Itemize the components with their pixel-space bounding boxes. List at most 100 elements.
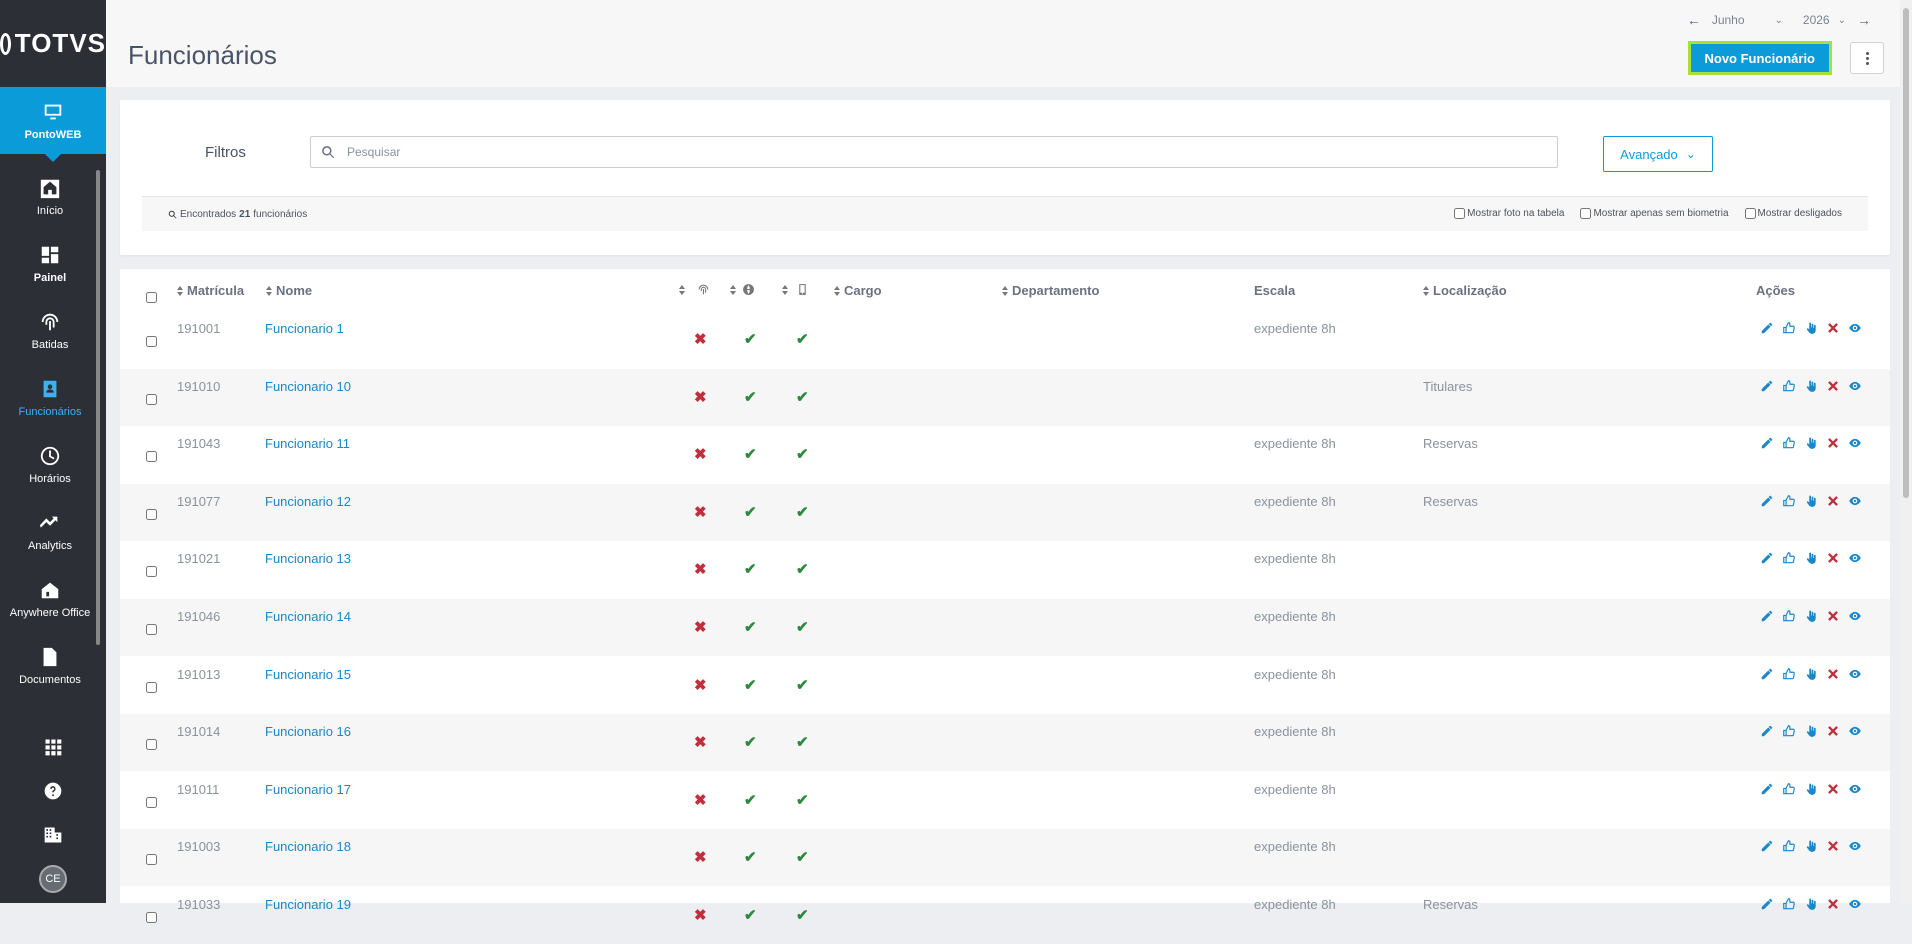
more-options-button[interactable] — [1850, 42, 1884, 74]
col-web[interactable] — [730, 283, 755, 296]
nav-item-anywhere-office[interactable]: Anywhere Office — [0, 565, 100, 632]
col-nome[interactable]: Nome — [266, 283, 312, 298]
delete-icon[interactable] — [1822, 782, 1844, 796]
delete-icon[interactable] — [1822, 436, 1844, 450]
delete-icon[interactable] — [1822, 494, 1844, 508]
employee-name-link[interactable]: Funcionario 10 — [265, 379, 351, 394]
view-icon[interactable] — [1844, 667, 1866, 681]
row-checkbox[interactable] — [146, 393, 157, 405]
employee-name-link[interactable]: Funcionario 16 — [265, 724, 351, 739]
user-menu[interactable]: CE — [0, 857, 106, 901]
no-biometry-checkbox[interactable] — [1580, 208, 1592, 219]
punch-hand-icon[interactable] — [1800, 321, 1822, 335]
col-localizacao[interactable]: Localização — [1423, 283, 1507, 298]
col-matricula[interactable]: Matrícula — [177, 283, 244, 298]
option-no-biometry[interactable]: Mostrar apenas sem biometria — [1580, 208, 1729, 219]
row-checkbox[interactable] — [146, 566, 157, 578]
view-icon[interactable] — [1844, 379, 1866, 393]
apps-grid-button[interactable] — [0, 725, 106, 769]
punch-hand-icon[interactable] — [1800, 839, 1822, 853]
month-select[interactable]: Junho ⌄ — [1712, 13, 1783, 27]
sidebar-scrollbar[interactable] — [96, 170, 100, 645]
edit-icon[interactable] — [1756, 379, 1778, 393]
edit-icon[interactable] — [1756, 839, 1778, 853]
advanced-filter-button[interactable]: Avançado ⌄ — [1603, 136, 1713, 172]
select-all-checkbox[interactable] — [146, 292, 157, 303]
approve-icon[interactable] — [1778, 494, 1800, 508]
approve-icon[interactable] — [1778, 551, 1800, 565]
approve-icon[interactable] — [1778, 321, 1800, 335]
employee-name-link[interactable]: Funcionario 18 — [265, 839, 351, 854]
employee-name-link[interactable]: Funcionario 13 — [265, 551, 351, 566]
nav-item-painel[interactable]: Painel — [0, 230, 100, 297]
employee-name-link[interactable]: Funcionario 12 — [265, 494, 351, 509]
delete-icon[interactable] — [1822, 609, 1844, 623]
col-mobile[interactable] — [782, 283, 809, 296]
page-scrollbar[interactable] — [1900, 0, 1912, 903]
next-period-button[interactable]: → — [1856, 12, 1872, 28]
punch-hand-icon[interactable] — [1800, 897, 1822, 911]
punch-hand-icon[interactable] — [1800, 782, 1822, 796]
row-checkbox[interactable] — [146, 624, 157, 635]
nav-item-horarios[interactable]: Horários — [0, 431, 100, 498]
approve-icon[interactable] — [1778, 609, 1800, 623]
approve-icon[interactable] — [1778, 379, 1800, 393]
delete-icon[interactable] — [1822, 551, 1844, 565]
delete-icon[interactable] — [1822, 321, 1844, 335]
employee-name-link[interactable]: Funcionario 1 — [265, 321, 344, 336]
punch-hand-icon[interactable] — [1800, 724, 1822, 738]
scroll-thumb[interactable] — [1903, 8, 1909, 498]
row-checkbox[interactable] — [146, 796, 157, 808]
option-show-dismissed[interactable]: Mostrar desligados — [1744, 208, 1842, 219]
delete-icon[interactable] — [1822, 839, 1844, 853]
punch-hand-icon[interactable] — [1800, 609, 1822, 623]
year-select[interactable]: 2026 ⌄ — [1803, 13, 1846, 27]
totvs-logo[interactable]: TOTVS — [0, 0, 106, 87]
approve-icon[interactable] — [1778, 724, 1800, 738]
view-icon[interactable] — [1844, 609, 1866, 623]
nav-item-analytics[interactable]: Analytics — [0, 498, 100, 565]
product-pontoweb[interactable]: PontoWEB — [0, 87, 106, 162]
punch-hand-icon[interactable] — [1800, 494, 1822, 508]
approve-icon[interactable] — [1778, 839, 1800, 853]
employee-name-link[interactable]: Funcionario 15 — [265, 667, 351, 682]
delete-icon[interactable] — [1822, 724, 1844, 738]
view-icon[interactable] — [1844, 839, 1866, 853]
punch-hand-icon[interactable] — [1800, 551, 1822, 565]
show-dismissed-checkbox[interactable] — [1744, 208, 1756, 219]
new-employee-button[interactable]: Novo Funcionário — [1687, 41, 1832, 75]
prev-period-button[interactable]: ← — [1686, 12, 1702, 28]
edit-icon[interactable] — [1756, 724, 1778, 738]
edit-icon[interactable] — [1756, 321, 1778, 335]
approve-icon[interactable] — [1778, 667, 1800, 681]
edit-icon[interactable] — [1756, 609, 1778, 623]
approve-icon[interactable] — [1778, 436, 1800, 450]
row-checkbox[interactable] — [146, 681, 157, 693]
edit-icon[interactable] — [1756, 494, 1778, 508]
row-checkbox[interactable] — [146, 508, 157, 520]
col-departamento[interactable]: Departamento — [1002, 283, 1099, 298]
edit-icon[interactable] — [1756, 897, 1778, 911]
col-cargo[interactable]: Cargo — [834, 283, 882, 298]
edit-icon[interactable] — [1756, 782, 1778, 796]
punch-hand-icon[interactable] — [1800, 436, 1822, 450]
view-icon[interactable] — [1844, 436, 1866, 450]
view-icon[interactable] — [1844, 724, 1866, 738]
view-icon[interactable] — [1844, 321, 1866, 335]
edit-icon[interactable] — [1756, 551, 1778, 565]
row-checkbox[interactable] — [146, 336, 157, 347]
punch-hand-icon[interactable] — [1800, 667, 1822, 681]
row-checkbox[interactable] — [146, 451, 157, 463]
row-checkbox[interactable] — [146, 912, 157, 923]
delete-icon[interactable] — [1822, 897, 1844, 911]
option-show-photo[interactable]: Mostrar foto na tabela — [1454, 208, 1564, 219]
view-icon[interactable] — [1844, 782, 1866, 796]
view-icon[interactable] — [1844, 897, 1866, 911]
punch-hand-icon[interactable] — [1800, 379, 1822, 393]
row-checkbox[interactable] — [146, 739, 157, 751]
nav-item-documentos[interactable]: Documentos — [0, 632, 100, 699]
approve-icon[interactable] — [1778, 897, 1800, 911]
search-input[interactable] — [347, 145, 1527, 159]
edit-icon[interactable] — [1756, 436, 1778, 450]
show-photo-checkbox[interactable] — [1454, 208, 1466, 219]
